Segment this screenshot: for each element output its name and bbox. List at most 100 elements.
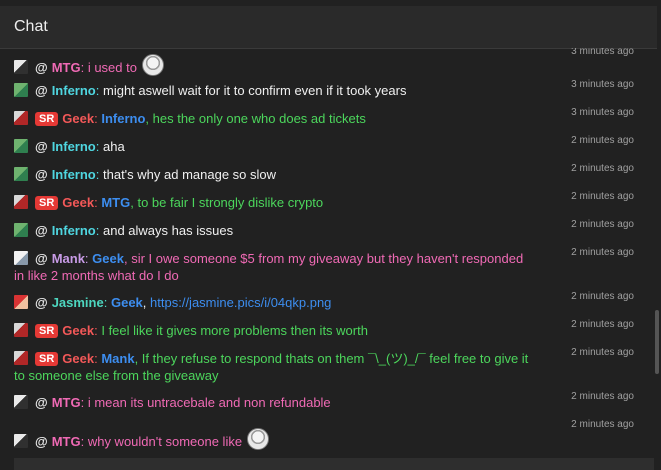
username[interactable]: Inferno	[52, 167, 96, 182]
at-symbol: @	[35, 251, 48, 266]
message-text: , to be fair I strongly dislike crypto	[130, 195, 324, 210]
username[interactable]: Inferno	[52, 83, 96, 98]
user-avatar[interactable]	[14, 323, 28, 337]
user-avatar[interactable]	[14, 111, 28, 125]
colon: :	[94, 323, 98, 338]
message-text: aha	[103, 139, 125, 154]
message-list[interactable]: 3 minutes ago @ MTG: i used to @ Inferno: …	[0, 48, 652, 456]
message-text: might aswell wait for it to confirm even…	[103, 83, 407, 98]
sr-badge: SR	[35, 352, 59, 366]
chat-message: @ Jasmine: Geek, https://jasmine.pics/i/0…	[14, 294, 642, 311]
user-avatar[interactable]	[14, 434, 28, 448]
message-text: i mean its untracebale and non refundabl…	[87, 395, 331, 410]
username[interactable]: Jasmine	[52, 295, 104, 310]
chat-message: @ Inferno: and always has issues	[14, 222, 642, 239]
colon: :	[95, 139, 100, 154]
at-symbol: @	[35, 60, 48, 75]
at-symbol: @	[35, 223, 48, 238]
emote-icon	[141, 54, 164, 76]
user-avatar[interactable]	[14, 167, 28, 181]
chat-message: SR Geek: MTG, to be fair I strongly disli…	[14, 194, 642, 211]
message-timestamp: 2 minutes ago	[571, 347, 634, 358]
chat-message: @ MTG: i mean its untracebale and non ref…	[14, 394, 642, 411]
message-timestamp: 2 minutes ago	[571, 319, 634, 330]
message-timestamp: 2 minutes ago	[571, 247, 634, 258]
colon: :	[94, 111, 98, 126]
user-avatar[interactable]	[14, 351, 28, 365]
colon: :	[95, 167, 100, 182]
emote-icon	[247, 428, 270, 450]
chat-message: SR Geek: Inferno, hes the only one who do…	[14, 110, 642, 127]
at-symbol: @	[35, 395, 48, 410]
message-text: i used to	[87, 60, 137, 75]
scrollbar[interactable]	[655, 310, 659, 374]
chat-message: SR Geek: I feel like it gives more proble…	[14, 322, 642, 339]
username[interactable]: Geek	[62, 351, 94, 366]
chat-message: @ Inferno: that's why ad manage so slow	[14, 166, 642, 183]
colon: :	[95, 83, 100, 98]
chat-title: Chat	[14, 18, 48, 35]
message-timestamp: 3 minutes ago	[571, 107, 634, 118]
username[interactable]: Inferno	[52, 139, 96, 154]
username[interactable]: Mank	[52, 251, 85, 266]
at-symbol: @	[35, 295, 48, 310]
username[interactable]: MTG	[52, 60, 81, 75]
username[interactable]: Geek	[62, 111, 94, 126]
message-timestamp: 3 minutes ago	[571, 79, 634, 90]
chat-message: @ Inferno: might aswell wait for it to co…	[14, 82, 642, 99]
sr-badge: SR	[35, 112, 59, 126]
sr-badge: SR	[35, 196, 59, 210]
colon: :	[95, 223, 100, 238]
username[interactable]: Inferno	[52, 223, 96, 238]
colon: :	[94, 351, 98, 366]
colon: :	[94, 195, 98, 210]
message-text: , sir I owe someone $5 from my giveaway …	[14, 251, 524, 283]
mention[interactable]: MTG	[101, 195, 130, 210]
chat-header: Chat	[0, 6, 657, 49]
mention[interactable]: Mank	[101, 351, 134, 366]
message-timestamp: 2 minutes ago	[571, 135, 634, 146]
user-avatar[interactable]	[14, 223, 28, 237]
colon: :	[80, 395, 85, 410]
user-avatar[interactable]	[14, 60, 28, 74]
user-avatar[interactable]	[14, 195, 28, 209]
message-link[interactable]: https://jasmine.pics/i/04qkp.png	[150, 295, 331, 310]
colon: :	[84, 251, 89, 266]
message-timestamp: 2 minutes ago	[571, 291, 634, 302]
chat-message: @ MTG: why wouldn't someone like	[14, 428, 642, 450]
user-avatar[interactable]	[14, 395, 28, 409]
colon: :	[80, 434, 85, 449]
message-text: that's why ad manage so slow	[103, 167, 277, 182]
username[interactable]: Geek	[62, 323, 94, 338]
colon: :	[80, 60, 85, 75]
at-symbol: @	[35, 83, 48, 98]
message-timestamp: 2 minutes ago	[571, 391, 634, 402]
message-text: and always has issues	[103, 223, 234, 238]
message-timestamp: 2 minutes ago	[571, 419, 634, 430]
user-avatar[interactable]	[14, 83, 28, 97]
mention[interactable]: Geek	[111, 295, 143, 310]
chat-message: @ Inferno: aha	[14, 138, 642, 155]
chat-window: Chat 3 minutes ago @ MTG: i used to @ Infe…	[0, 0, 661, 470]
chat-message: @ Mank: Geek, sir I owe someone $5 from m…	[14, 250, 534, 284]
user-avatar[interactable]	[14, 139, 28, 153]
message-timestamp: 2 minutes ago	[571, 163, 634, 174]
at-symbol: @	[35, 139, 48, 154]
message-timestamp: 2 minutes ago	[571, 191, 634, 202]
at-symbol: @	[35, 434, 48, 449]
username[interactable]: MTG	[52, 395, 81, 410]
chat-message: @ MTG: i used to	[14, 54, 642, 76]
message-timestamp: 2 minutes ago	[571, 219, 634, 230]
message-text: why wouldn't someone like	[87, 434, 243, 449]
at-symbol: @	[35, 167, 48, 182]
message-text: I feel like it gives more problems then …	[101, 323, 368, 338]
colon: :	[103, 295, 108, 310]
mention[interactable]: Inferno	[101, 111, 145, 126]
username[interactable]: MTG	[52, 434, 81, 449]
user-avatar[interactable]	[14, 251, 28, 265]
user-avatar[interactable]	[14, 295, 28, 309]
chat-input[interactable]	[14, 458, 654, 470]
mention[interactable]: Geek	[92, 251, 124, 266]
username[interactable]: Geek	[62, 195, 94, 210]
message-text: , hes the only one who does ad tickets	[145, 111, 366, 126]
